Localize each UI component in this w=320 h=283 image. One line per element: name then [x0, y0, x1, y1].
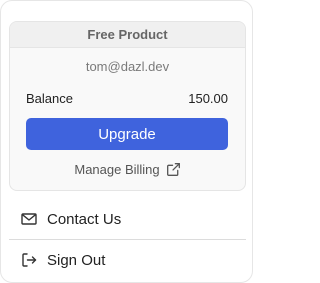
sign-out-icon: [21, 252, 37, 268]
balance-value: 150.00: [188, 91, 228, 106]
balance-row: Balance 150.00: [26, 91, 228, 106]
manage-billing-link[interactable]: Manage Billing: [10, 162, 245, 177]
contact-us-item[interactable]: Contact Us: [9, 202, 246, 236]
menu-divider: [9, 239, 246, 240]
mail-icon: [21, 212, 37, 226]
plan-label: Free Product: [10, 22, 245, 48]
account-card: Free Product tom@dazl.dev Balance 150.00…: [9, 21, 246, 191]
user-email: tom@dazl.dev: [85, 59, 170, 74]
upgrade-button[interactable]: Upgrade: [26, 118, 228, 150]
sign-out-label: Sign Out: [47, 251, 106, 269]
account-menu: Free Product tom@dazl.dev Balance 150.00…: [0, 0, 253, 283]
sign-out-item[interactable]: Sign Out: [9, 243, 246, 277]
contact-us-label: Contact Us: [47, 210, 122, 228]
manage-billing-label: Manage Billing: [74, 162, 160, 177]
balance-label: Balance: [26, 91, 73, 106]
external-link-icon: [166, 162, 181, 177]
